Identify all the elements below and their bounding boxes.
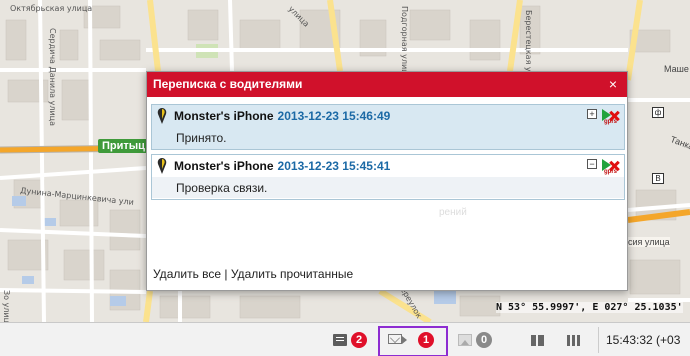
street-label: Сердича Данила улица xyxy=(48,28,57,127)
street-label: Маше xyxy=(664,64,689,74)
pin-icon xyxy=(157,108,167,124)
street-label: Подгорная улица xyxy=(400,6,409,80)
photo-icon[interactable] xyxy=(458,334,472,346)
area-label: Притыц xyxy=(98,139,149,153)
delete-icon[interactable] xyxy=(608,105,620,123)
sender-name: Monster's iPhone xyxy=(174,109,274,123)
message-text: Проверка связи. xyxy=(152,177,624,198)
delete-icon[interactable] xyxy=(608,155,620,173)
clock: 15:43:32 (+03 xyxy=(606,333,681,347)
highlight-frame xyxy=(378,326,448,356)
street-label: Октябрьская улица xyxy=(10,4,93,13)
message-header: Monster's iPhone 2013-12-23 15:46:49 + gp… xyxy=(152,105,624,127)
coordinates-readout: N 53° 55.9997', E 027° 25.1035' xyxy=(496,302,683,313)
message-sender: Monster's iPhone 2013-12-23 15:46:49 xyxy=(174,109,390,123)
dialog-body: рений Monster's iPhone 2013-12-23 15:46:4… xyxy=(147,97,627,292)
footer-separator: | xyxy=(224,267,228,281)
message-text: Принято. xyxy=(176,131,227,145)
map-marker[interactable]: ф xyxy=(652,107,664,118)
map-ghost-text: рений xyxy=(439,207,467,218)
street-label: сия улица xyxy=(628,237,670,247)
delete-read-link[interactable]: Удалить прочитанные xyxy=(231,267,353,281)
list-view-icon[interactable] xyxy=(531,335,544,346)
dialog-title: Переписка с водителями xyxy=(153,77,303,91)
messages-icon[interactable] xyxy=(333,334,347,346)
delete-all-link[interactable]: Удалить все xyxy=(153,267,221,281)
message-timestamp: 2013-12-23 15:46:49 xyxy=(277,109,391,123)
dialog-header[interactable]: Переписка с водителями × xyxy=(147,72,627,97)
status-bar: 2 1 0 15:43:32 (+03 xyxy=(0,322,690,356)
message-header: Monster's iPhone 2013-12-23 15:45:41 − gp… xyxy=(152,155,624,177)
driver-messages-dialog: Переписка с водителями × рений Monster's… xyxy=(146,71,628,291)
map-marker[interactable]: В xyxy=(652,173,664,184)
status-separator xyxy=(598,327,599,353)
message-item[interactable]: Monster's iPhone 2013-12-23 15:45:41 − gp… xyxy=(151,154,625,200)
street-label: Зо улица xyxy=(2,290,11,322)
message-sender: Monster's iPhone 2013-12-23 15:45:41 xyxy=(174,159,390,173)
map-view-icon[interactable] xyxy=(567,335,580,346)
dialog-footer: Удалить все | Удалить прочитанные xyxy=(153,267,353,281)
close-icon[interactable]: × xyxy=(609,72,617,97)
messages-count-badge[interactable]: 2 xyxy=(351,332,367,348)
pin-icon xyxy=(157,158,167,174)
expand-icon[interactable]: + xyxy=(587,109,597,119)
collapse-icon[interactable]: − xyxy=(587,159,597,169)
sender-name: Monster's iPhone xyxy=(174,159,274,173)
photo-count-badge[interactable]: 0 xyxy=(476,332,492,348)
message-timestamp: 2013-12-23 15:45:41 xyxy=(277,159,391,173)
message-item[interactable]: Monster's iPhone 2013-12-23 15:46:49 + gp… xyxy=(151,104,625,150)
